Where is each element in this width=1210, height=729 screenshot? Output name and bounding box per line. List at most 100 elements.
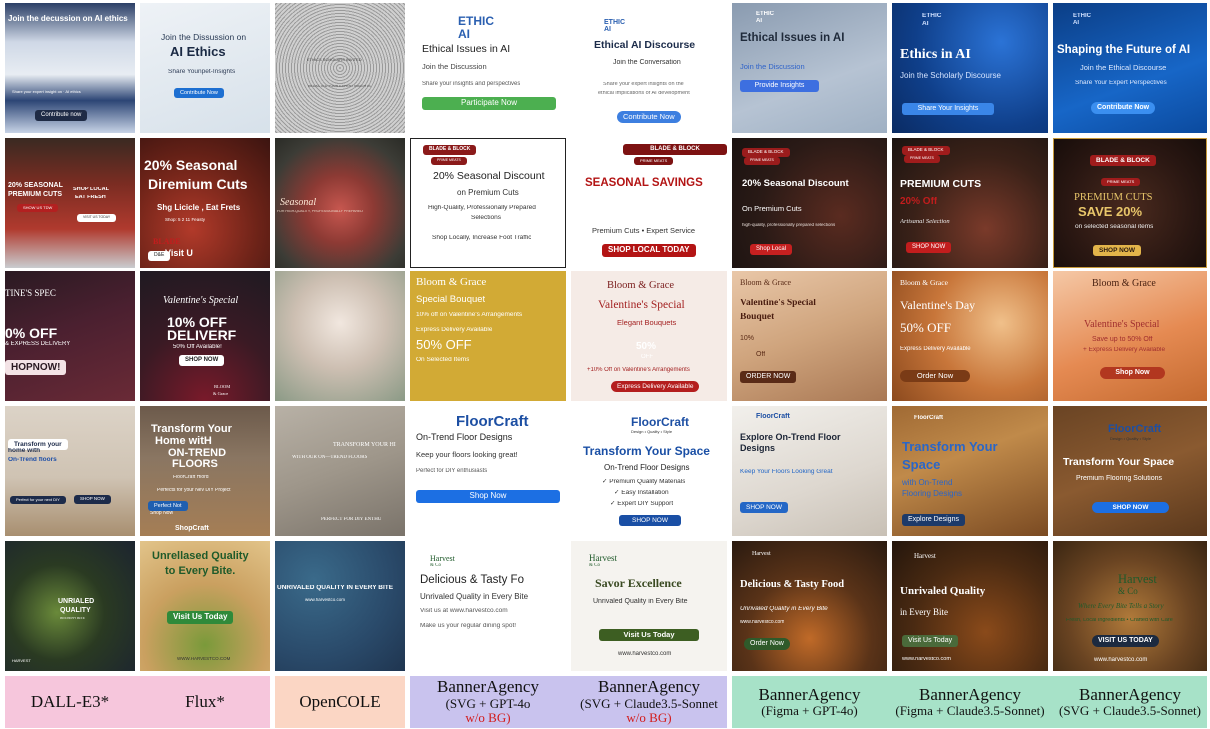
banner-harvest-3: UNRIVALED QUALITY IN EVERY BITE www.harve…: [275, 541, 405, 671]
banner-cta-button[interactable]: SHOP NOW: [619, 515, 681, 527]
banner-text: FloorCraft: [914, 415, 943, 421]
banner-cta-button[interactable]: BLADE & BLOCK: [623, 144, 727, 155]
banner-text: 50% Off Available!: [173, 344, 222, 350]
banner-cta-button[interactable]: D&E: [148, 251, 171, 261]
banner-cta-button[interactable]: Perfect for your next DIY: [10, 496, 66, 505]
banner-cta-button[interactable]: Explore Designs: [902, 514, 965, 526]
banner-text: in Every Bite: [900, 608, 948, 617]
method-labels: DALL-E3* Flux* OpenCOLE BannerAgency (SVG + …: [5, 676, 1207, 728]
banner-text: Join the decussion on AI ethics: [8, 15, 128, 23]
banner-text: SEASONAL SAVINGS: [585, 177, 703, 189]
banner-text: www.harvestco.com: [740, 620, 785, 625]
banner-valentine-7: Bloom & Grace Valentine's Day 50% OFF Expre…: [892, 271, 1048, 401]
banner-floor-4: FloorCraft On-Trend Floor Designs Keep you…: [410, 406, 566, 536]
banner-text: Join the Scholarly Discourse: [900, 72, 1001, 80]
banner-text: 20% Seasonal Discount: [742, 179, 849, 189]
method-label-line: (Figma + Claude3.5-Sonnet): [895, 703, 1045, 719]
banner-cta-button[interactable]: PRIME MEATS: [634, 157, 674, 166]
banner-cta-button[interactable]: BLADE & BLOCK: [902, 146, 950, 155]
banner-text: ETHICS SCHOLARS INVITED: [307, 58, 362, 62]
banner-cta-button[interactable]: HOPNOW!: [5, 360, 67, 375]
banner-text: to Every Bite.: [165, 566, 236, 577]
banner-cta-button[interactable]: PRIME MEATS: [1101, 178, 1141, 187]
banner-cta-button[interactable]: Perfect Not: [148, 501, 188, 512]
banner-text: www.harvestco.com: [305, 598, 346, 602]
banner-text: Valentine's Day: [900, 299, 976, 312]
banner-text: DELIVERF: [167, 328, 237, 343]
banner-text: BLOOM: [214, 385, 231, 389]
banner-cta-button[interactable]: Visit Us Today: [599, 629, 699, 642]
method-label-line: DALL-E3*: [30, 691, 110, 711]
banner-cta-button[interactable]: Contribute Now: [174, 88, 224, 99]
banner-cta-button[interactable]: ORDER NOW: [740, 371, 797, 383]
banner-valentine-8: Bloom & Grace Valentine's Special Save up …: [1053, 271, 1207, 401]
banner-text: Elegant Bouquets: [617, 319, 677, 327]
banner-text: ✓ Easy Installation: [614, 490, 669, 496]
banner-floor-6: FloorCraft Explore On-Trend Floor Designs K…: [732, 406, 887, 536]
banner-text: FloorCraft: [631, 416, 689, 429]
banner-text: 20% Seasonal: [144, 158, 238, 173]
banner-text: AI: [458, 28, 470, 41]
banner-floor-8: FloorCraft Design • Quality • Style Transf…: [1053, 406, 1207, 536]
banner-cta-button[interactable]: SHOP NOW: [740, 502, 788, 514]
banner-cta-button[interactable]: BLADE & BLOCK: [423, 145, 477, 155]
banner-ethics-5: ETHIC AI Ethical AI Discourse Join the Conv…: [571, 3, 727, 133]
banner-cta-button[interactable]: Order Now: [900, 370, 970, 383]
banner-cta-button[interactable]: Shop Local: [750, 244, 793, 255]
banner-text: Bloom & Grace: [740, 279, 792, 287]
banner-text: & Co: [430, 563, 441, 568]
banner-cta-button[interactable]: Contribute now: [35, 110, 88, 121]
banner-text: FloorCraft: [1108, 424, 1162, 435]
banner-cta-button[interactable]: Visit Us Today: [902, 635, 959, 647]
banner-text: ✓ Premium Quality Materials: [602, 479, 686, 485]
banner-cta-button[interactable]: Express Delivery Available: [611, 381, 700, 393]
banner-cta-button[interactable]: PRIME MEATS: [904, 155, 940, 163]
banner-text: Perfects for your Nev DIY Project: [157, 488, 231, 493]
banner-meats-5: BLADE & BLOCK PRIME MEATS SEASONAL SAVINGS…: [571, 138, 727, 268]
banner-cta-button[interactable]: SHOW US TDW: [17, 204, 59, 213]
banner-cta-button[interactable]: Shop Now: [1100, 367, 1165, 379]
banner-text: Home witH: [155, 436, 212, 447]
banner-cta-button[interactable]: BLADE & BLOCK: [1090, 155, 1156, 167]
banner-floor-5: FloorCraft Design • Quality • Style Transf…: [571, 406, 727, 536]
banner-cta-button[interactable]: SHOP NOW: [74, 495, 111, 504]
banner-cta-button[interactable]: Contribute Now: [1091, 102, 1156, 114]
banner-text: 50%: [636, 342, 657, 352]
banner-cta-button[interactable]: SHOP NOW: [906, 242, 952, 253]
banner-text: 20% Off: [900, 197, 938, 207]
banner-cta-button[interactable]: Contribute Now: [617, 111, 681, 124]
banner-text: AI Ethics: [170, 45, 226, 59]
banner-text: On-Trend Floor Designs: [604, 464, 690, 472]
banner-cta-button[interactable]: PRIME MEATS: [744, 157, 780, 165]
banner-cta-button[interactable]: VISIT US TODAY: [77, 214, 117, 222]
banner-cta-button[interactable]: VISIT US TODAY: [1092, 635, 1159, 647]
banner-cta-button[interactable]: Visit Us Today: [167, 611, 234, 624]
banner-cta-button[interactable]: Provide Insights: [740, 80, 819, 92]
banner-text: TRANSFORM YOUR HI: [333, 442, 396, 448]
method-label-line: BannerAgency: [919, 684, 1021, 704]
banner-valentine-1: TINE'S SPEC 0% OFF & EXPRESS DELIVERY HOPNO…: [5, 271, 135, 401]
banner-cta-button[interactable]: PRIME MEATS: [431, 157, 467, 165]
banner-ethics-6: ETHIC AI Ethical Issues in AI Join the Disc…: [732, 3, 887, 133]
banner-text: FOR HIGH-QUALITY, PROFESSIONALLY PREPARE…: [277, 210, 363, 213]
banner-cta-button[interactable]: Share Your Insights: [902, 103, 994, 115]
banner-cta-button[interactable]: BLADE & BLOCK: [742, 148, 790, 157]
banner-cta-button[interactable]: SHOP NOW: [179, 355, 225, 366]
banner-valentine-4: Bloom & Grace Special Bouquet 10% off on V…: [410, 271, 566, 401]
banner-cta-button[interactable]: Order Now: [744, 638, 790, 650]
banner-cta-button[interactable]: Shop Now: [416, 490, 560, 503]
banner-cta-button[interactable]: SHOP NOW: [1092, 502, 1169, 514]
banner-text: Join the Ethical Discourse: [1080, 64, 1167, 72]
banner-text: 10%: [740, 335, 755, 342]
banner-floor-7: FloorCraft Transform Your Space with On-Tre…: [892, 406, 1048, 536]
banner-text: 50% OFF: [416, 338, 472, 352]
banner-cta-button[interactable]: SHOP LOCAL TODAY: [602, 244, 696, 257]
banner-cta-button[interactable]: Participate Now: [422, 97, 556, 110]
banner-valentine-2: Valentine's Special 10% OFF DELIVERF 50% Of…: [140, 271, 270, 401]
banner-cta-button[interactable]: SHOP NOW: [1093, 245, 1141, 257]
banner-text: Keep Your Floors Looking Great: [740, 469, 833, 475]
banner-text: Perfect for DIY enthusiasts: [416, 468, 488, 474]
banner-text: QUALITY: [60, 607, 91, 614]
banner-text: ETHIC: [756, 11, 774, 17]
banner-text: Bloom & Grace: [607, 280, 675, 291]
